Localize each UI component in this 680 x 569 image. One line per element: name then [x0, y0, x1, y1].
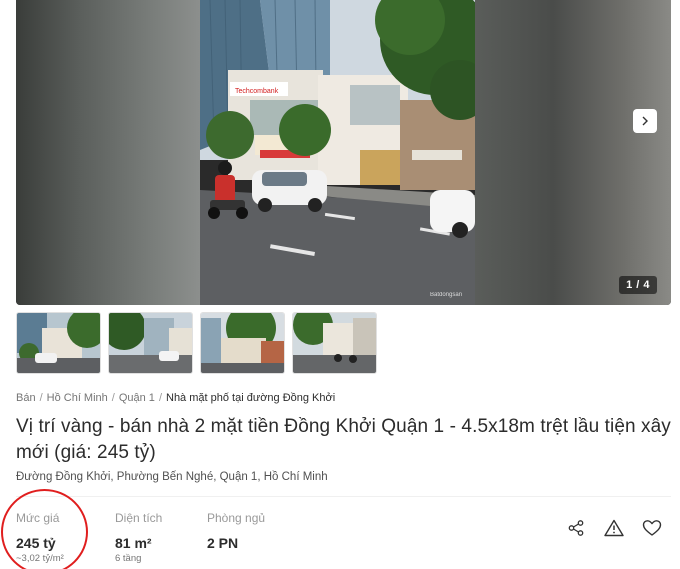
- listing-address: Đường Đồng Khởi, Phường Bến Nghé, Quận 1…: [16, 471, 328, 483]
- listing-actions: [566, 518, 662, 538]
- next-image-button[interactable]: [633, 109, 657, 133]
- breadcrumb-item-district[interactable]: Quận 1: [119, 392, 155, 404]
- area-label: Diện tích: [115, 511, 163, 525]
- spec-area: Diện tích 81 m² 6 tầng: [115, 511, 162, 564]
- breadcrumb: Bán / Hồ Chí Minh / Quận 1 / Nhà mặt phố…: [16, 392, 335, 404]
- breadcrumb-item-city[interactable]: Hồ Chí Minh: [47, 392, 108, 404]
- price-per-m2: ~3,02 tỷ/m²: [16, 553, 64, 564]
- thumbnail-1[interactable]: [16, 312, 101, 374]
- save-favorite-button[interactable]: [642, 518, 662, 538]
- breadcrumb-separator: /: [39, 392, 43, 404]
- thumbnail-strip: [16, 312, 377, 374]
- bedrooms-value: 2 PN: [207, 535, 239, 551]
- spec-bedrooms: Phòng ngủ 2 PN: [207, 511, 265, 551]
- price-label: Mức giá: [16, 511, 60, 525]
- image-counter: 1 / 4: [619, 276, 657, 294]
- image-gallery[interactable]: Techcombank Batdongsan 1 / 4: [16, 0, 671, 305]
- gallery-blur-right: [475, 0, 671, 305]
- report-button[interactable]: [604, 518, 624, 538]
- listing-title: Vị trí vàng - bán nhà 2 mặt tiền Đồng Kh…: [16, 416, 671, 463]
- bedrooms-label: Phòng ngủ: [207, 511, 266, 525]
- breadcrumb-separator: /: [158, 392, 162, 404]
- thumbnail-2[interactable]: [108, 312, 193, 374]
- price-value: 245 tỷ: [16, 535, 56, 551]
- floors-value: 6 tầng: [115, 553, 142, 564]
- heart-icon: [642, 520, 662, 536]
- share-button[interactable]: [566, 518, 586, 538]
- breadcrumb-separator: /: [111, 392, 115, 404]
- thumbnail-4[interactable]: [292, 312, 377, 374]
- report-warning-icon: [604, 519, 624, 537]
- area-value: 81 m²: [115, 535, 152, 551]
- section-divider: [16, 496, 671, 497]
- bank-sign-text: Techcombank: [235, 88, 279, 95]
- chevron-right-icon: [642, 116, 648, 126]
- main-photo[interactable]: Techcombank Batdongsan: [200, 0, 475, 305]
- breadcrumb-item-ban[interactable]: Bán: [16, 392, 36, 404]
- photo-watermark: Batdongsan: [430, 292, 462, 298]
- gallery-blur-left: [16, 0, 200, 305]
- share-icon: [568, 520, 584, 536]
- thumbnail-3[interactable]: [200, 312, 285, 374]
- breadcrumb-current: Nhà mặt phố tại đường Đồng Khởi: [166, 392, 336, 404]
- spec-price: Mức giá 245 tỷ ~3,02 tỷ/m²: [16, 511, 64, 564]
